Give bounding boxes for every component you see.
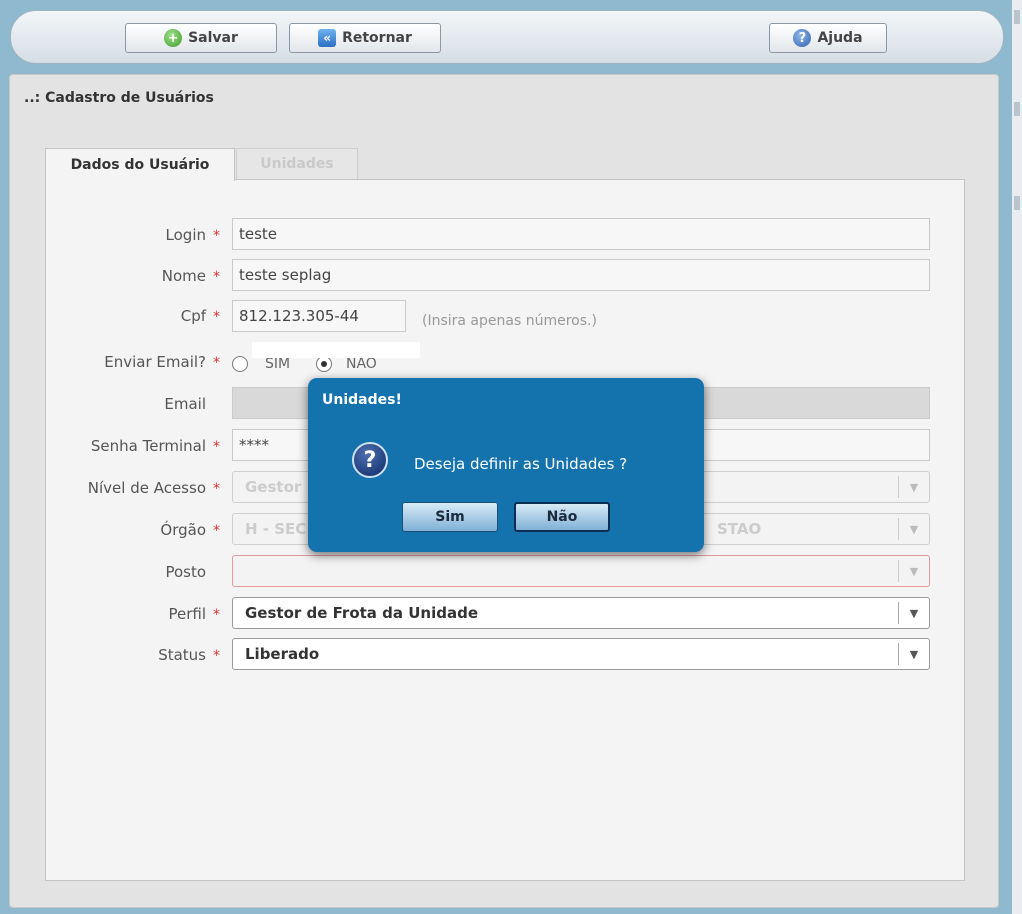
senha-terminal-label: Senha Terminal [90,437,206,455]
scroll-mark [1014,102,1020,116]
help-label: Ajuda [817,30,863,46]
cpf-field[interactable]: 812.123.305-44 [232,300,406,332]
tab-label: Dados do Usuário [70,157,210,173]
dialog-message: Deseja definir as Unidades ? [414,455,628,473]
chevron-down-icon: ▼ [898,602,929,624]
nivel-acesso-value: Gestor [245,478,302,496]
required-mark: * [213,309,220,325]
perfil-label: Perfil [168,605,206,623]
login-label: Login [165,226,206,244]
nome-field[interactable]: teste seplag [232,259,930,291]
chevron-down-icon: ▼ [898,476,929,498]
radio-nao[interactable] [316,356,332,372]
radio-sim[interactable] [232,356,248,372]
cpf-label: Cpf [180,307,206,325]
chevron-down-icon: ▼ [898,643,929,665]
posto-select[interactable]: ▼ [232,555,930,587]
tab-dados-do-usuario[interactable]: Dados do Usuário [45,148,235,181]
nome-label: Nome [161,267,206,285]
perfil-select[interactable]: Gestor de Frota da Unidade ▼ [232,597,930,629]
chevron-down-icon: ▼ [898,518,929,540]
required-mark: * [213,523,220,539]
plus-icon: + [164,29,183,47]
required-mark: * [213,355,220,371]
radio-sim-label: SIM [265,356,291,372]
confirm-dialog: Unidades! ? Deseja definir as Unidades ?… [308,378,704,552]
chevron-down-icon: ▼ [898,560,929,582]
help-button[interactable]: ? Ajuda [769,23,887,53]
radio-nao-label: NAO [346,356,377,372]
yes-button[interactable]: Sim [402,502,498,532]
help-icon: ? [793,29,812,47]
required-mark: * [213,648,220,664]
posto-label: Posto [165,563,206,581]
double-chevron-left-icon: « [318,29,337,47]
scroll-mark [1014,196,1020,210]
required-mark: * [213,607,220,623]
login-field[interactable]: teste [232,218,930,250]
required-mark: * [213,228,220,244]
perfil-value: Gestor de Frota da Unidade [245,604,478,622]
save-label: Salvar [188,30,238,46]
required-mark: * [213,269,220,285]
email-label: Email [164,395,206,413]
status-value: Liberado [245,645,320,663]
orgao-value-tail: STAO [717,520,762,538]
toolbar: + Salvar « Retornar ? Ajuda [10,10,1004,64]
enviar-email-label: Enviar Email? [104,353,206,371]
required-mark: * [213,481,220,497]
orgao-label: Órgão [160,521,206,539]
tab-label: Unidades [260,156,334,172]
nivel-acesso-label: Nível de Acesso [87,479,206,497]
status-select[interactable]: Liberado ▼ [232,638,930,670]
page-title: ..: Cadastro de Usuários [24,90,214,106]
orgao-value: H - SEC [245,520,307,538]
question-icon: ? [352,442,388,478]
back-label: Retornar [342,30,412,46]
right-edge-strip [1012,0,1022,914]
scroll-mark [1014,10,1020,24]
status-label: Status [158,646,206,664]
required-mark: * [213,439,220,455]
tab-unidades[interactable]: Unidades [236,148,358,180]
rendering-artifact [252,342,420,358]
save-button[interactable]: + Salvar [125,23,277,53]
cpf-hint: (Insira apenas números.) [422,313,597,329]
no-button[interactable]: Não [514,502,610,532]
dialog-title: Unidades! [322,392,402,408]
back-button[interactable]: « Retornar [289,23,441,53]
